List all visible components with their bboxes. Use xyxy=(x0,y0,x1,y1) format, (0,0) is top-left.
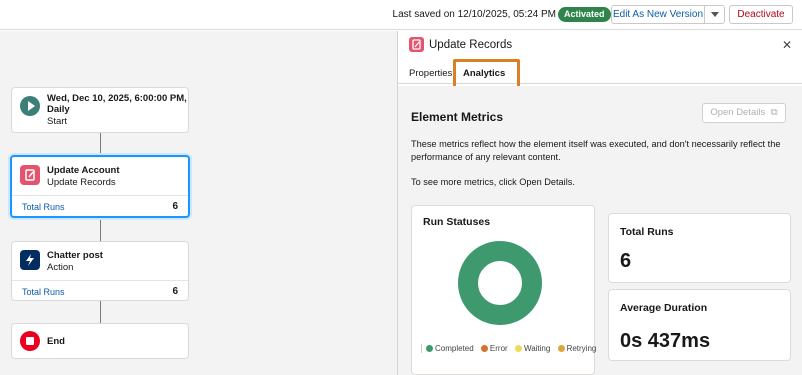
flow-node-chatter-post[interactable]: Chatter post Action Total Runs 6 xyxy=(11,241,189,301)
connector-line xyxy=(100,299,101,323)
legend-item-completed: Completed xyxy=(426,344,474,353)
node-title: Chatter post xyxy=(47,250,103,261)
connector-line xyxy=(100,217,101,241)
panel-title: Update Records xyxy=(429,39,513,51)
node-title: Wed, Dec 10, 2025, 6:00:00 PM, Daily xyxy=(47,93,187,115)
tab-properties[interactable]: Properties xyxy=(409,68,452,79)
connector-line xyxy=(100,133,101,155)
legend-item-error: Error xyxy=(480,344,508,353)
total-runs-value: 6 xyxy=(172,286,178,297)
legend-label: Waiting xyxy=(523,344,551,353)
open-details-button[interactable]: Open Details ⧉ xyxy=(702,103,786,123)
average-duration-card: Average Duration 0s 437ms xyxy=(608,289,791,361)
metrics-description: These metrics reflect how the element it… xyxy=(411,139,781,162)
version-menu-button[interactable] xyxy=(704,5,725,24)
analytics-body: Element Metrics Open Details ⧉ These met… xyxy=(398,86,802,375)
legend-dot xyxy=(426,345,433,352)
run-statuses-title: Run Statuses xyxy=(423,216,491,228)
run-statuses-legend: Completed Error Waiting Retrying xyxy=(421,344,601,353)
node-subtitle: Action xyxy=(47,262,74,273)
node-title: End xyxy=(47,336,65,347)
more-metrics-text: To see more metrics, click Open Details. xyxy=(411,177,575,187)
donut-completed-segment xyxy=(458,241,542,325)
average-duration-label: Average Duration xyxy=(620,302,708,314)
legend-item-retrying: Retrying xyxy=(557,344,597,353)
node-title: Update Account xyxy=(47,165,120,176)
details-panel: Update Records ✕ Properties Analytics El… xyxy=(397,31,802,375)
status-badge: Activated xyxy=(558,7,611,22)
open-details-label: Open Details xyxy=(710,107,766,118)
flow-node-start[interactable]: Wed, Dec 10, 2025, 6:00:00 PM, Daily Sta… xyxy=(11,87,189,133)
average-duration-value: 0s 437ms xyxy=(620,330,711,352)
total-runs-value: 6 xyxy=(172,201,178,212)
external-link-icon: ⧉ xyxy=(770,107,778,118)
total-runs-card: Total Runs 6 xyxy=(608,213,791,283)
legend-dot xyxy=(514,345,522,352)
legend-dot xyxy=(480,345,488,352)
legend-label: Retrying xyxy=(566,344,597,353)
tab-highlight xyxy=(453,59,520,89)
edit-as-new-version-button[interactable]: Edit As New Version xyxy=(611,5,705,24)
chevron-down-icon xyxy=(710,11,719,17)
legend-dot xyxy=(557,345,565,352)
total-runs-link[interactable]: Total Runs xyxy=(22,202,65,212)
flow-node-update-account[interactable]: Update Account Update Records Total Runs… xyxy=(10,155,190,218)
panel-header: Update Records ✕ xyxy=(398,31,802,59)
total-runs-value: 6 xyxy=(620,250,632,272)
section-title: Element Metrics xyxy=(411,110,504,124)
lightning-icon xyxy=(20,250,40,270)
node-subtitle: Update Records xyxy=(47,177,116,188)
flow-node-end[interactable]: End xyxy=(11,323,189,359)
run-statuses-card: Run Statuses Completed Error Waiting Ret… xyxy=(411,205,596,375)
node-subtitle: Start xyxy=(47,116,68,127)
top-toolbar: Last saved on 12/10/2025, 05:24 PM Activ… xyxy=(0,0,802,30)
stop-icon xyxy=(20,331,40,351)
total-runs-link[interactable]: Total Runs xyxy=(22,287,65,297)
flow-canvas[interactable]: Wed, Dec 10, 2025, 6:00:00 PM, Daily Sta… xyxy=(0,31,397,375)
update-records-icon xyxy=(409,37,424,52)
legend-item-waiting: Waiting xyxy=(514,344,551,353)
legend-label: Completed xyxy=(435,344,474,353)
run-statuses-donut xyxy=(458,241,542,325)
total-runs-label: Total Runs xyxy=(620,226,674,238)
last-saved-text: Last saved on 12/10/2025, 05:24 PM xyxy=(392,9,556,20)
close-icon[interactable]: ✕ xyxy=(782,38,792,52)
deactivate-button[interactable]: Deactivate xyxy=(729,5,793,24)
update-records-icon xyxy=(20,165,40,185)
play-icon xyxy=(20,96,40,116)
legend-label: Error xyxy=(489,344,508,353)
